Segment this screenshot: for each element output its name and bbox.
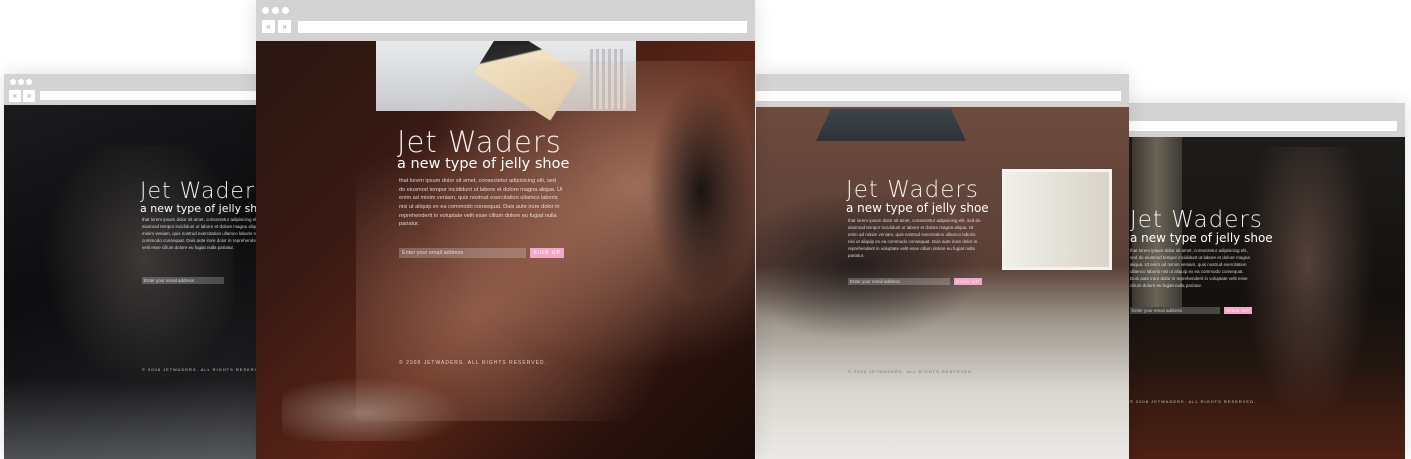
window-dot-icon — [262, 7, 269, 14]
brand-title: Jet Waders — [846, 177, 979, 203]
signup-form: Enter your email address SIGN UP — [848, 278, 982, 285]
window-dot-icon — [26, 79, 32, 85]
footer-text: © 2008 JETWADERS. ALL RIGHTS RESERVED. — [848, 369, 974, 374]
browser-window-4: Jet Waders a new type of jelly shoe that… — [1128, 103, 1405, 459]
browser-window-1: « » Jet Waders a new type of jelly shoe … — [4, 74, 256, 459]
page-screenshot: Jet Waders a new type of jelly shoe that… — [256, 41, 755, 459]
window-dot-icon — [282, 7, 289, 14]
brand-title: Jet Waders — [1130, 207, 1263, 233]
address-bar[interactable] — [298, 21, 747, 33]
body-text: that lorem ipsum dolor sit amet, consect… — [848, 218, 981, 258]
signup-form: Enter your email address — [142, 277, 224, 284]
body-text: that lorem ipsum dolor sit amet, consect… — [1130, 248, 1250, 288]
email-input[interactable]: Enter your email address — [848, 278, 950, 285]
address-bar[interactable] — [40, 91, 256, 100]
photo-dress — [648, 81, 755, 301]
signup-button[interactable]: SIGN UP — [530, 248, 564, 258]
page-screenshot: Jet Waders a new type of jelly shoe that… — [4, 105, 256, 459]
signup-button[interactable]: SIGN UP — [1224, 307, 1252, 314]
tagline: a new type of jelly shoe — [846, 201, 989, 215]
page-screenshot: Jet Waders a new type of jelly shoe that… — [1128, 137, 1405, 459]
browser-window-2: « » Jet Waders a new type of jelly shoe … — [256, 0, 755, 459]
forward-arrow-icon[interactable]: » — [23, 90, 35, 102]
photo-door — [1002, 169, 1112, 270]
email-input[interactable]: Enter your email address — [1130, 307, 1220, 314]
browser-chrome — [756, 74, 1129, 107]
photo-floor — [4, 379, 256, 459]
brand-title: Jet Waders — [397, 125, 562, 159]
footer-text: © 2008 JETWADERS. ALL RIGHTS RESERVED. — [399, 360, 547, 366]
signup-button[interactable]: SIGN UP — [954, 278, 982, 285]
photo-roof — [816, 109, 966, 141]
address-bar[interactable] — [756, 91, 1121, 101]
browser-chrome — [1128, 103, 1405, 137]
email-input[interactable]: Enter your email address — [399, 248, 526, 258]
address-bar[interactable] — [1128, 121, 1397, 131]
photo-floor — [1128, 369, 1405, 459]
signup-form: Enter your email address SIGN UP — [1130, 307, 1252, 314]
tagline: a new type of jelly shoe — [1130, 231, 1273, 245]
body-text: that lorem ipsum dolor sit amet, consect… — [142, 217, 256, 250]
browser-chrome: « » — [256, 0, 755, 41]
browser-chrome: « » — [4, 74, 256, 105]
brand-title: Jet Waders — [140, 179, 256, 204]
window-dot-icon — [18, 79, 24, 85]
window-dot-icon — [272, 7, 279, 14]
back-arrow-icon[interactable]: « — [9, 90, 21, 102]
signup-form: Enter your email address SIGN UP — [399, 248, 564, 258]
footer-text: © 2008 JETWADERS. ALL RIGHTS RESERVED. — [142, 367, 256, 372]
email-input[interactable]: Enter your email address — [142, 277, 224, 284]
page-screenshot: Jet Waders a new type of jelly shoe that… — [756, 107, 1129, 459]
back-arrow-icon[interactable]: « — [262, 20, 275, 33]
forward-arrow-icon[interactable]: » — [278, 20, 291, 33]
photo-shoes — [282, 371, 482, 441]
window-dot-icon — [10, 79, 16, 85]
browser-window-3: Jet Waders a new type of jelly shoe that… — [756, 74, 1129, 459]
body-text: that lorem ipsum dolor sit amet, consect… — [399, 178, 563, 228]
footer-text: © 2008 JETWADERS. ALL RIGHTS RESERVED. — [1130, 399, 1256, 404]
